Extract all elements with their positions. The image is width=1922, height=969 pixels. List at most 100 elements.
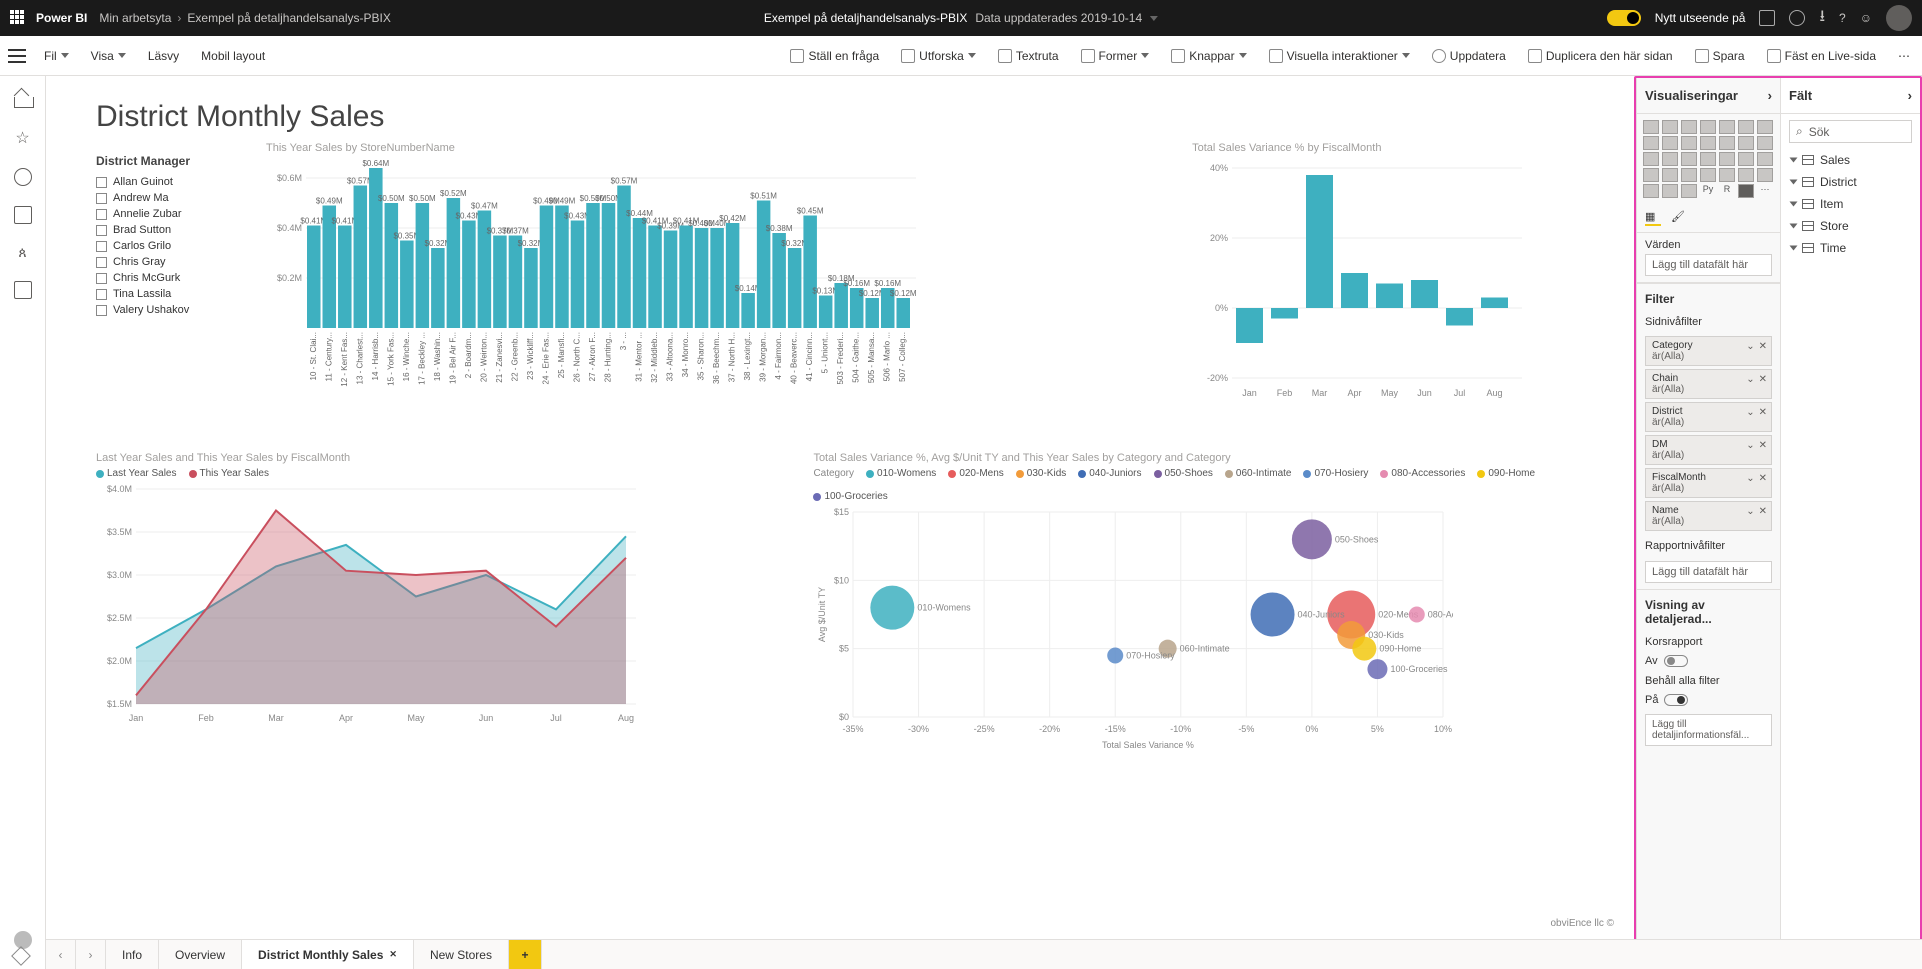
ly-ty-area-chart[interactable]: Last Year Sales and This Year Sales by F… <box>96 452 783 752</box>
viz-type-icon[interactable] <box>1643 152 1659 166</box>
fields-pane-header[interactable]: Fält› <box>1781 78 1920 114</box>
viz-type-icon[interactable] <box>1681 168 1697 182</box>
checkbox-icon[interactable] <box>96 193 107 204</box>
slicer-item[interactable]: Andrew Ma <box>96 190 246 206</box>
page-tab[interactable]: Overview <box>159 940 242 969</box>
viz-type-icon[interactable] <box>1681 152 1697 166</box>
this-year-sales-bar-chart[interactable]: This Year Sales by StoreNumberName $0.2M… <box>266 142 1172 432</box>
page-filter-card[interactable]: Categoryär(Alla)⌄✕ <box>1645 336 1772 366</box>
chevron-down-icon[interactable]: ⌄ <box>1746 473 1754 484</box>
chat-icon[interactable] <box>1759 10 1775 26</box>
viz-type-icon[interactable] <box>1662 120 1678 134</box>
viz-type-icon[interactable] <box>1643 136 1659 150</box>
checkbox-icon[interactable] <box>96 305 107 316</box>
chevron-down-icon[interactable]: ⌄ <box>1746 506 1754 517</box>
tab-next-button[interactable]: › <box>76 940 106 969</box>
chevron-down-icon[interactable] <box>1150 16 1158 21</box>
checkbox-icon[interactable] <box>96 209 107 220</box>
viz-type-icon[interactable] <box>1738 120 1754 134</box>
page-filter-card[interactable]: Districtär(Alla)⌄✕ <box>1645 402 1772 432</box>
field-table[interactable]: District <box>1781 171 1920 193</box>
slicer-item[interactable]: Tina Lassila <box>96 286 246 302</box>
viz-type-icon[interactable] <box>1643 168 1659 182</box>
report-filter-well[interactable]: Lägg till datafält här <box>1645 561 1772 583</box>
values-well[interactable]: Lägg till datafält här <box>1645 254 1772 276</box>
page-filter-card[interactable]: Nameär(Alla)⌄✕ <box>1645 501 1772 531</box>
viz-type-icon[interactable] <box>1738 136 1754 150</box>
settings-icon[interactable] <box>1789 10 1805 26</box>
close-icon[interactable]: ✕ <box>389 949 397 960</box>
viz-type-icon[interactable] <box>1681 136 1697 150</box>
page-tab[interactable]: District Monthly Sales✕ <box>242 940 414 969</box>
fields-search-input[interactable]: ⌕ Sök <box>1789 120 1912 143</box>
viz-type-icon[interactable]: Py <box>1700 184 1716 198</box>
breadcrumb-workspace[interactable]: Min arbetsyta <box>99 11 171 25</box>
download-icon[interactable]: ⭳ <box>1819 5 1825 32</box>
chevron-right-icon[interactable]: › <box>1768 88 1772 103</box>
file-menu[interactable]: Fil <box>40 45 73 67</box>
viz-type-icon[interactable] <box>1738 168 1754 182</box>
district-manager-slicer[interactable]: District Manager Allan GuinotAndrew MaAn… <box>96 142 246 432</box>
clear-filter-icon[interactable]: ✕ <box>1759 374 1767 385</box>
viz-type-icon[interactable] <box>1662 136 1678 150</box>
field-table[interactable]: Sales <box>1781 149 1920 171</box>
viz-type-icon[interactable] <box>1719 120 1735 134</box>
visual-interactions-button[interactable]: Visuella interaktioner <box>1265 45 1414 67</box>
favorites-icon[interactable]: ☆ <box>15 128 29 148</box>
clear-filter-icon[interactable]: ✕ <box>1759 341 1767 352</box>
page-filter-card[interactable]: FiscalMonthär(Alla)⌄✕ <box>1645 468 1772 498</box>
buttons-button[interactable]: Knappar <box>1167 45 1250 67</box>
recent-icon[interactable] <box>14 168 32 186</box>
viz-type-icon[interactable] <box>1700 168 1716 182</box>
explore-button[interactable]: Utforska <box>897 45 980 67</box>
chevron-down-icon[interactable]: ⌄ <box>1746 440 1754 451</box>
checkbox-icon[interactable] <box>96 289 107 300</box>
viz-type-icon[interactable] <box>1738 184 1754 198</box>
textbox-button[interactable]: Textruta <box>994 45 1063 67</box>
user-avatar[interactable] <box>1886 5 1912 31</box>
viz-type-icon[interactable] <box>1643 184 1659 198</box>
variance-bar-chart[interactable]: Total Sales Variance % by FiscalMonth -2… <box>1192 142 1604 432</box>
tab-prev-button[interactable]: ‹ <box>46 940 76 969</box>
viz-type-icon[interactable] <box>1662 152 1678 166</box>
viz-type-icon[interactable] <box>1757 120 1773 134</box>
drill-field-well[interactable]: Lägg till detaljinformationsfäl... <box>1645 714 1772 746</box>
viz-type-icon[interactable] <box>1700 136 1716 150</box>
page-tab[interactable]: New Stores <box>414 940 509 969</box>
viz-type-icon[interactable] <box>1719 152 1735 166</box>
smiley-icon[interactable]: ☺ <box>1860 11 1872 25</box>
viz-type-icon[interactable] <box>1681 120 1697 134</box>
viz-type-icon[interactable] <box>1681 184 1697 198</box>
clear-filter-icon[interactable]: ✕ <box>1759 440 1767 451</box>
format-tab-icon[interactable]: 🖌 <box>1671 210 1685 226</box>
chevron-right-icon[interactable]: › <box>1908 88 1912 103</box>
slicer-item[interactable]: Chris McGurk <box>96 270 246 286</box>
breadcrumb-file[interactable]: Exempel på detaljhandelsanalys-PBIX <box>187 11 390 25</box>
shapes-button[interactable]: Former <box>1077 45 1154 67</box>
viz-type-icon[interactable] <box>1719 168 1735 182</box>
viz-type-picker[interactable]: PyR⋯ <box>1637 114 1780 204</box>
viz-type-icon[interactable] <box>1757 168 1773 182</box>
keep-filters-toggle[interactable]: På <box>1637 692 1780 708</box>
duplicate-page-button[interactable]: Duplicera den här sidan <box>1524 45 1677 67</box>
view-menu[interactable]: Visa <box>87 45 130 67</box>
apps-icon[interactable] <box>14 206 32 224</box>
viz-type-icon[interactable]: ⋯ <box>1757 184 1773 198</box>
refresh-button[interactable]: Uppdatera <box>1428 45 1510 67</box>
clear-filter-icon[interactable]: ✕ <box>1759 407 1767 418</box>
checkbox-icon[interactable] <box>96 257 107 268</box>
slicer-item[interactable]: Chris Gray <box>96 254 246 270</box>
pin-live-button[interactable]: Fäst en Live-sida <box>1763 45 1880 67</box>
save-button[interactable]: Spara <box>1691 45 1749 67</box>
viz-type-icon[interactable] <box>1719 136 1735 150</box>
viz-type-icon[interactable] <box>1700 120 1716 134</box>
page-filter-card[interactable]: DMär(Alla)⌄✕ <box>1645 435 1772 465</box>
field-table[interactable]: Item <box>1781 193 1920 215</box>
slicer-item[interactable]: Carlos Grilo <box>96 238 246 254</box>
home-icon[interactable] <box>14 90 32 108</box>
profile-icon[interactable] <box>14 931 32 949</box>
viz-type-icon[interactable] <box>1662 168 1678 182</box>
category-bubble-chart[interactable]: Total Sales Variance %, Avg $/Unit TY an… <box>813 452 1604 752</box>
viz-type-icon[interactable] <box>1757 152 1773 166</box>
cross-report-toggle[interactable]: Av <box>1637 653 1780 669</box>
